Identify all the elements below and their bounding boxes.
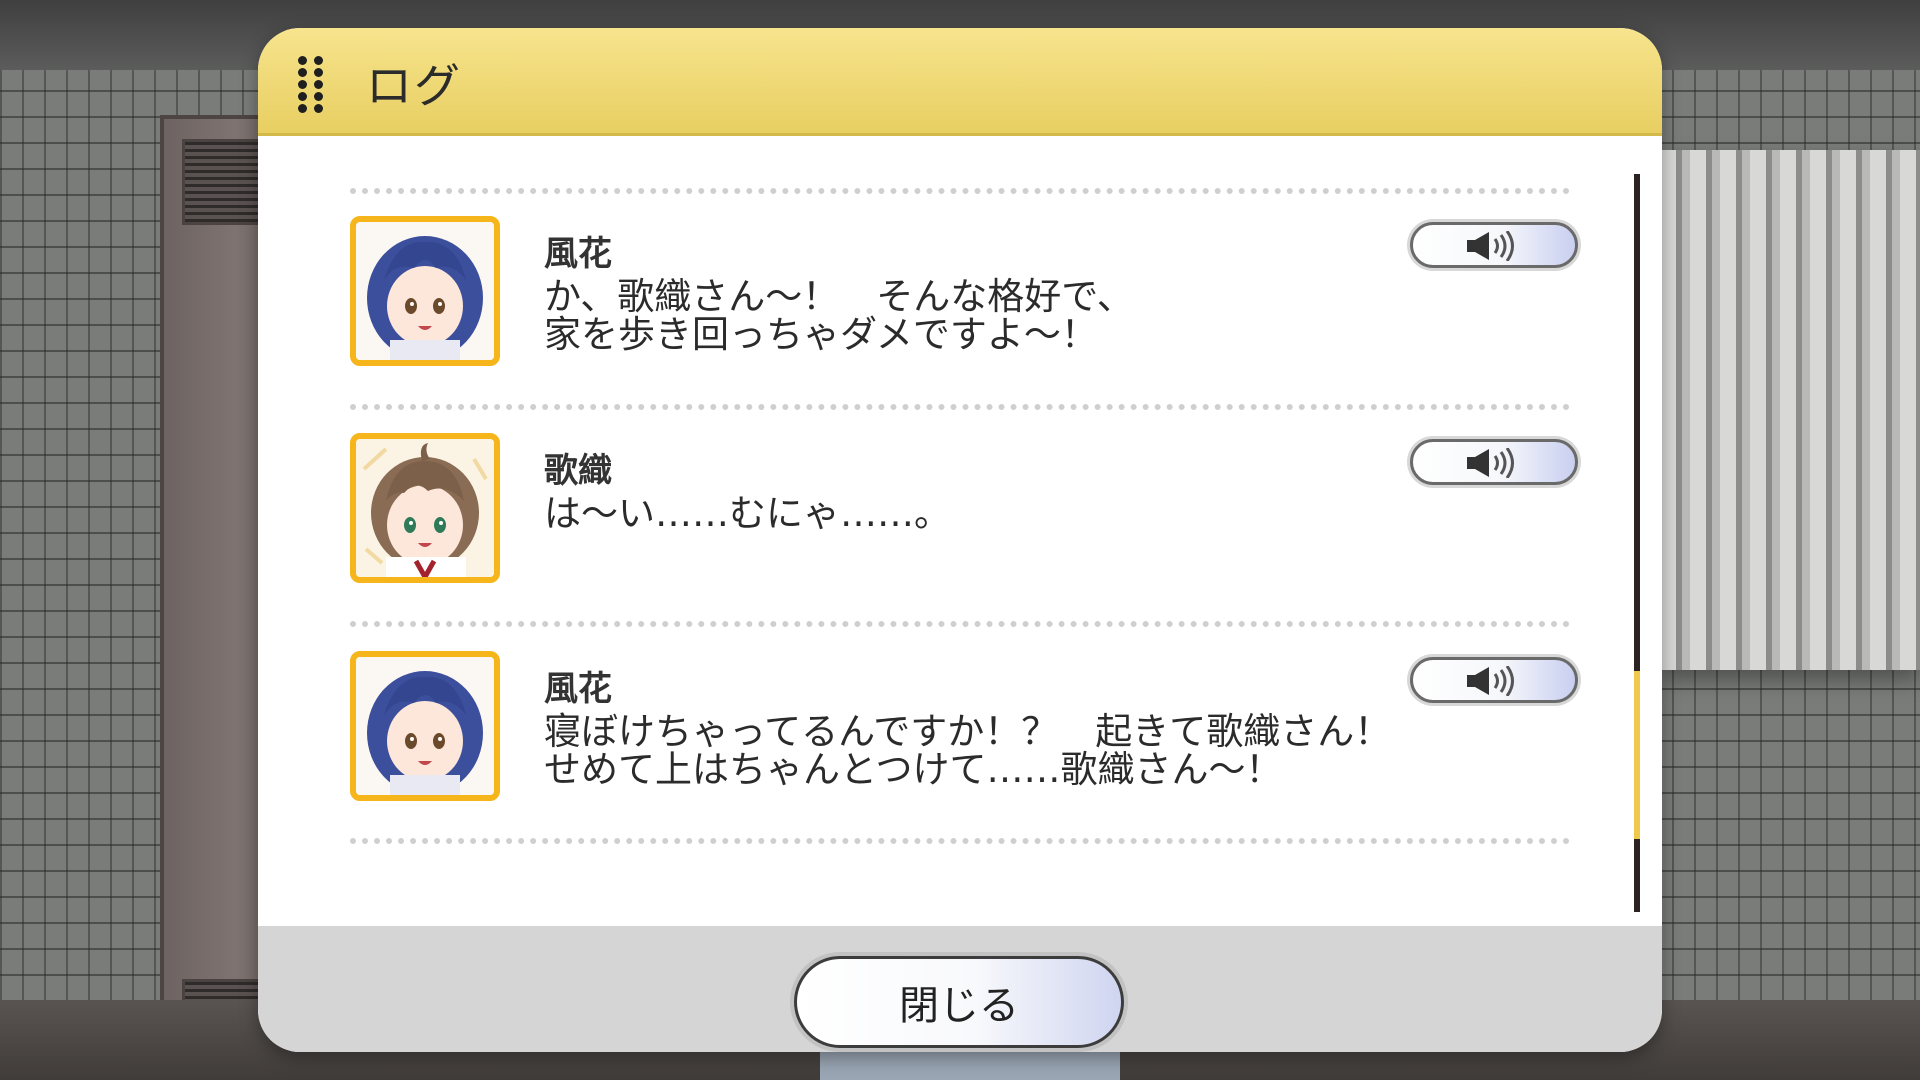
speaker-name: 歌織	[544, 451, 612, 491]
entry-divider	[350, 188, 1570, 194]
dialogue-text: 寝ぼけちゃってるんですか！？ 起きて歌織さん！ せめて上はちゃんとつけて……歌織…	[544, 710, 1392, 791]
window-shutter	[1660, 150, 1920, 670]
log-entry: 歌織 は～い……むにゃ……。	[350, 433, 1586, 593]
speaker-icon	[1467, 666, 1514, 696]
dialog-header: ログ	[258, 28, 1662, 136]
voice-replay-button[interactable]	[1410, 222, 1578, 268]
voice-replay-button[interactable]	[1410, 657, 1578, 703]
scrollbar-thumb[interactable]	[1634, 671, 1640, 839]
log-entry: 風花 寝ぼけちゃってるんですか！？ 起きて歌織さん！ せめて上はちゃんとつけて……	[350, 651, 1586, 811]
log-entry: 風花 か、歌織さん～！ そんな格好で、 家を歩き回っちゃダメですよ～！	[350, 216, 1586, 376]
dialog-footer: 閉じる	[258, 926, 1662, 1052]
dialogue-text: か、歌織さん～！ そんな格好で、 家を歩き回っちゃダメですよ～！	[544, 275, 1134, 356]
voice-replay-button[interactable]	[1410, 439, 1578, 485]
fuka-avatar	[350, 651, 500, 801]
dialogue-text: は～い……むにゃ……。	[544, 492, 951, 535]
speaker-icon	[1467, 231, 1514, 261]
grip-icon	[298, 56, 324, 114]
fuka-avatar	[350, 216, 500, 366]
dialog-title: ログ	[366, 59, 462, 113]
entry-divider	[350, 621, 1570, 627]
entry-divider	[350, 404, 1570, 410]
speaker-name: 風花	[544, 669, 612, 709]
log-list[interactable]: 風花 か、歌織さん～！ そんな格好で、 家を歩き回っちゃダメですよ～！ 歌織 は…	[258, 136, 1662, 926]
kaori-avatar	[350, 433, 500, 583]
speaker-icon	[1467, 448, 1514, 478]
entry-divider	[350, 838, 1570, 844]
speaker-name: 風花	[544, 234, 612, 274]
close-button[interactable]: 閉じる	[794, 956, 1124, 1048]
log-dialog: ログ 風花 か、歌織さん～！ そんな格好で、 家を歩き回っちゃダメですよ～！ 歌…	[258, 28, 1662, 1052]
